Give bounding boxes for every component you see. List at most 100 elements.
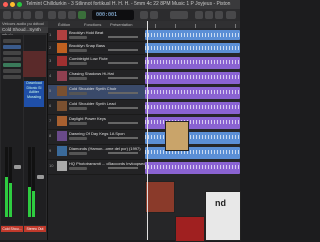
midi-region[interactable] (145, 87, 240, 99)
track-row[interactable]: 8 Dawning Of Day Kegs 1A Spon (48, 130, 145, 145)
track-number: 9 (49, 148, 52, 153)
track-row-selected[interactable]: 5 Cold Shoulder Synth Choir (48, 85, 145, 100)
track-name[interactable]: Combleight Low Flute (69, 56, 108, 61)
minimize-window-button[interactable] (10, 2, 15, 7)
mute-solo-buttons[interactable] (69, 36, 87, 39)
track-icon (57, 30, 67, 40)
output-volume-fader[interactable] (37, 175, 44, 179)
track-row[interactable]: 7 Daylight Power Keys (48, 115, 145, 130)
mute-solo-buttons[interactable] (69, 167, 87, 170)
midi-region[interactable] (145, 162, 240, 174)
track-name[interactable]: Diamonds (Hamon...ome del pcr) (1997) (69, 146, 141, 151)
midi-region[interactable] (145, 117, 240, 129)
midi-fx-slot[interactable] (3, 51, 21, 55)
tracks-menu-bar: Édition Fonctions Présentation (48, 21, 145, 28)
track-row[interactable]: 4 Chasing Shadows Hi-Hat (48, 70, 145, 85)
mute-solo-buttons[interactable] (69, 122, 87, 125)
quick-help-button[interactable] (23, 11, 31, 19)
mute-solo-buttons[interactable] (69, 77, 87, 80)
input-slot[interactable] (3, 57, 21, 61)
mute-solo-buttons[interactable] (69, 107, 87, 110)
midi-region[interactable] (145, 57, 240, 69)
audio-region[interactable] (145, 132, 240, 144)
notepad-button[interactable] (205, 11, 213, 19)
track-name[interactable]: Cold Shoulder Synth Lead (69, 101, 116, 106)
track-icon (57, 43, 67, 53)
midi-region[interactable] (145, 102, 240, 114)
track-icon (57, 116, 67, 126)
playhead[interactable] (147, 21, 148, 240)
inspector-track-name[interactable]: Cold Shoud...Synth Choir (0, 27, 49, 38)
track-volume-slider[interactable] (108, 92, 138, 94)
track-volume-slider[interactable] (108, 77, 138, 79)
track-number: 10 (49, 163, 54, 168)
arrange-area[interactable]: nd (145, 21, 241, 242)
sends-slot[interactable] (3, 69, 21, 73)
track-row[interactable]: 10 HQ Phototransmit ... cBaccords Invloo… (48, 160, 145, 175)
inspector-button[interactable] (13, 11, 21, 19)
track-volume-slider[interactable] (108, 36, 138, 38)
master-volume-slider[interactable] (170, 11, 188, 19)
close-window-button[interactable] (3, 2, 8, 7)
track-volume-slider[interactable] (108, 167, 138, 169)
track-volume-slider[interactable] (108, 49, 138, 51)
zoom-window-button[interactable] (17, 2, 22, 7)
browsers-button[interactable] (226, 11, 236, 19)
volume-fader[interactable] (14, 165, 21, 169)
album-art-text: nd (215, 198, 226, 208)
track-row[interactable]: 3 Combleight Low Flute (48, 55, 145, 70)
track-name[interactable]: Brooklyn Hold Beat (69, 30, 103, 35)
mute-solo-buttons[interactable] (69, 152, 87, 155)
audio-region[interactable] (145, 30, 240, 40)
track-number: 6 (49, 103, 52, 108)
track-volume-slider[interactable] (108, 137, 138, 139)
track-name[interactable]: Cold Shoulder Synth Choir (69, 86, 116, 91)
output-slot[interactable] (3, 75, 21, 79)
metronome-button[interactable] (150, 11, 158, 19)
library-button[interactable] (3, 11, 11, 19)
track-volume-slider[interactable] (108, 152, 138, 154)
track-volume-slider[interactable] (108, 107, 138, 109)
audio-region[interactable] (145, 43, 240, 53)
cycle-button[interactable] (140, 11, 148, 19)
track-volume-slider[interactable] (108, 122, 138, 124)
eq-slot[interactable] (3, 45, 21, 49)
track-name[interactable]: Dawning Of Day Kegs 1A Spon (69, 131, 125, 136)
menu-edit[interactable]: Édition (58, 21, 70, 28)
toolbar-toggle-button[interactable] (35, 11, 43, 19)
channel-name-left[interactable]: Cold Shou... (1, 226, 23, 232)
track-name[interactable]: Chasing Shadows Hi-Hat (69, 71, 114, 76)
menu-view[interactable]: Présentation (110, 21, 132, 28)
track-row[interactable]: 2 Brooklyn Snap Bass (48, 42, 145, 55)
timeline-ruler[interactable] (145, 21, 240, 28)
play-button[interactable] (78, 11, 86, 19)
track-icon (57, 131, 67, 141)
audio-region[interactable] (145, 147, 240, 159)
midi-region[interactable] (145, 72, 240, 84)
track-row[interactable]: 9 Diamonds (Hamon...ome del pcr) (1997) (48, 145, 145, 160)
track-icon (57, 146, 67, 156)
track-name[interactable]: HQ Phototransmit ... cBaccords Invloopse… (69, 161, 145, 166)
stop-button[interactable] (68, 11, 76, 19)
list-editors-button[interactable] (195, 11, 203, 19)
mute-solo-buttons[interactable] (69, 62, 87, 65)
mute-solo-buttons[interactable] (69, 49, 87, 52)
audio-fx-slot[interactable] (3, 63, 21, 67)
rewind-button[interactable] (48, 11, 56, 19)
track-number: 4 (49, 73, 52, 78)
loop-browser-button[interactable] (215, 11, 223, 19)
ruler-tick (195, 24, 196, 28)
mute-solo-buttons[interactable] (69, 92, 87, 95)
track-row[interactable]: 1 Brooklyn Hold Beat (48, 29, 145, 42)
setting-slot[interactable] (3, 39, 21, 43)
track-row[interactable]: 6 Cold Shoulder Synth Lead (48, 100, 145, 115)
channel-name-right[interactable]: Stereo Out (24, 226, 46, 232)
track-volume-slider[interactable] (108, 62, 138, 64)
track-number: 5 (49, 88, 52, 93)
track-number: 3 (49, 58, 52, 63)
fast-forward-button[interactable] (58, 11, 66, 19)
track-name[interactable]: Daylight Power Keys (69, 116, 106, 121)
track-name[interactable]: Brooklyn Snap Bass (69, 43, 105, 48)
menu-functions[interactable]: Fonctions (84, 21, 101, 28)
mute-solo-buttons[interactable] (69, 137, 87, 140)
